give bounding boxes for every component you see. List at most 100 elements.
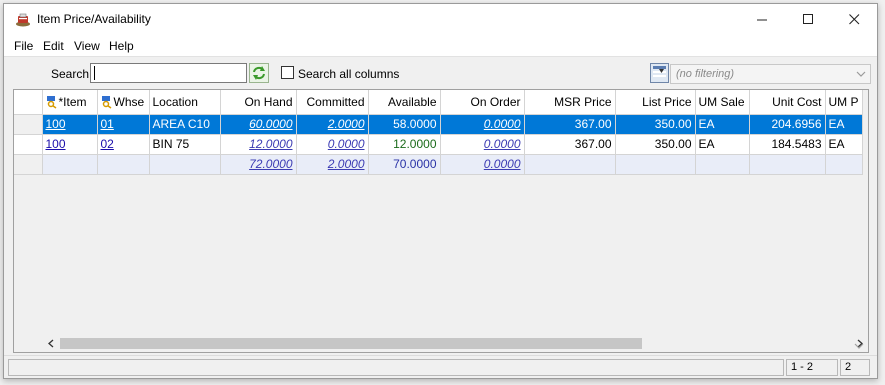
- column-header-unit-cost[interactable]: Unit Cost: [749, 90, 826, 115]
- committed-link[interactable]: 0.0000: [328, 137, 365, 151]
- maximize-icon: [802, 14, 813, 24]
- cell-committed[interactable]: 2.0000: [296, 114, 369, 135]
- column-header-location[interactable]: Location: [149, 90, 221, 115]
- window-title: Item Price/Availability: [37, 12, 151, 26]
- status-bar: 1 - 2 2: [4, 355, 877, 378]
- total-committed[interactable]: 2.0000: [296, 154, 369, 175]
- search-toolbar: Search: Search all columns (no filtering…: [4, 58, 877, 88]
- table-row[interactable]: 100 02 BIN 75 12.0000 0.0000 12.0000 0.0…: [14, 134, 863, 155]
- status-record-range: 1 - 2: [786, 359, 838, 376]
- cell-msr-price[interactable]: 367.00: [524, 114, 616, 135]
- menu-bar: File Edit View Help: [4, 35, 877, 57]
- column-header-item[interactable]: *Item: [42, 90, 98, 115]
- column-header-msr-price[interactable]: MSR Price: [524, 90, 616, 115]
- column-header-available[interactable]: Available: [368, 90, 441, 115]
- cell-on-hand[interactable]: 12.0000: [220, 134, 297, 155]
- total-available: 70.0000: [368, 154, 441, 175]
- row-selector[interactable]: [14, 134, 43, 155]
- on-order-link[interactable]: 0.0000: [484, 117, 521, 131]
- on-hand-link[interactable]: 60.0000: [249, 117, 292, 131]
- cell-on-hand[interactable]: 60.0000: [220, 114, 297, 135]
- whse-link[interactable]: 02: [101, 137, 114, 151]
- cell-um-sale[interactable]: EA: [695, 114, 750, 135]
- status-record-count: 2: [840, 359, 870, 376]
- app-icon: [16, 13, 30, 27]
- row-selector: [14, 154, 43, 175]
- cell-um-sale: [695, 154, 750, 175]
- filter-icon[interactable]: [650, 63, 669, 83]
- cell-um-p[interactable]: EA: [825, 114, 863, 135]
- scroll-left-button[interactable]: [42, 335, 59, 352]
- item-price-availability-window: Item Price/Availability File Edit View H…: [3, 3, 878, 379]
- whse-link[interactable]: 01: [101, 117, 114, 131]
- committed-link[interactable]: 2.0000: [328, 117, 365, 131]
- key-icon: [101, 95, 111, 109]
- totals-row: 72.0000 2.0000 70.0000 0.0000: [14, 154, 863, 175]
- row-selector[interactable]: [14, 114, 43, 135]
- cell-msr-price: [524, 154, 616, 175]
- availability-grid: *Item Whse Location On Hand Committed Av…: [13, 89, 869, 353]
- cell-item[interactable]: 100: [42, 134, 98, 155]
- table-row[interactable]: 100 01 AREA C10 60.0000 2.0000 58.0000 0…: [14, 114, 863, 135]
- menu-view[interactable]: View: [74, 39, 100, 53]
- chevron-down-icon: [854, 343, 864, 349]
- chevron-down-icon: [856, 71, 866, 77]
- close-button[interactable]: [831, 4, 877, 35]
- cell-item: [42, 154, 98, 175]
- cell-whse[interactable]: 02: [97, 134, 150, 155]
- cell-list-price[interactable]: 350.00: [615, 114, 696, 135]
- text-caret: [94, 66, 95, 80]
- chevron-left-icon: [47, 339, 53, 348]
- search-all-columns-checkbox[interactable]: [281, 66, 294, 79]
- cell-um-p[interactable]: EA: [825, 134, 863, 155]
- cell-list-price[interactable]: 350.00: [615, 134, 696, 155]
- search-label: Search:: [51, 67, 93, 81]
- on-order-link[interactable]: 0.0000: [484, 137, 521, 151]
- item-link[interactable]: 100: [46, 117, 66, 131]
- cell-item[interactable]: 100: [42, 114, 98, 135]
- cell-list-price: [615, 154, 696, 175]
- cell-unit-cost: [749, 154, 826, 175]
- key-icon: [46, 95, 56, 109]
- cell-unit-cost[interactable]: 204.6956: [749, 114, 826, 135]
- cell-unit-cost[interactable]: 184.5483: [749, 134, 826, 155]
- row-header-corner: [14, 90, 43, 115]
- cell-committed[interactable]: 0.0000: [296, 134, 369, 155]
- column-header-committed[interactable]: Committed: [296, 90, 369, 115]
- column-header-list-price[interactable]: List Price: [615, 90, 696, 115]
- status-message: [8, 359, 784, 376]
- search-all-columns-label[interactable]: Search all columns: [298, 67, 399, 81]
- item-link[interactable]: 100: [46, 137, 66, 151]
- filter-dropdown[interactable]: (no filtering): [670, 64, 871, 84]
- minimize-icon: [756, 19, 767, 21]
- maximize-button[interactable]: [785, 4, 831, 35]
- cell-um-sale[interactable]: EA: [695, 134, 750, 155]
- cell-whse: [97, 154, 150, 175]
- menu-edit[interactable]: Edit: [43, 39, 64, 53]
- column-header-whse[interactable]: Whse: [97, 90, 150, 115]
- total-on-order[interactable]: 0.0000: [440, 154, 525, 175]
- total-on-hand[interactable]: 72.0000: [220, 154, 297, 175]
- on-hand-link[interactable]: 12.0000: [249, 137, 292, 151]
- cell-on-order[interactable]: 0.0000: [440, 114, 525, 135]
- column-header-um-sale[interactable]: UM Sale: [695, 90, 750, 115]
- cell-location[interactable]: BIN 75: [149, 134, 221, 155]
- cell-available[interactable]: 58.0000: [368, 114, 441, 135]
- column-header-on-hand[interactable]: On Hand: [220, 90, 297, 115]
- cell-location[interactable]: AREA C10: [149, 114, 221, 135]
- search-input[interactable]: [90, 63, 247, 83]
- menu-help[interactable]: Help: [109, 39, 134, 53]
- title-bar: Item Price/Availability: [4, 4, 877, 35]
- column-header-um-p[interactable]: UM P: [825, 90, 863, 115]
- minimize-button[interactable]: [739, 4, 785, 35]
- cell-whse[interactable]: 01: [97, 114, 150, 135]
- horizontal-scrollbar[interactable]: [42, 335, 868, 352]
- refresh-icon[interactable]: [249, 63, 269, 83]
- scrollbar-thumb[interactable]: [60, 338, 642, 349]
- cell-available[interactable]: 12.0000: [368, 134, 441, 155]
- cell-on-order[interactable]: 0.0000: [440, 134, 525, 155]
- cell-msr-price[interactable]: 367.00: [524, 134, 616, 155]
- cell-um-p: [825, 154, 863, 175]
- menu-file[interactable]: File: [14, 39, 33, 53]
- column-header-on-order[interactable]: On Order: [440, 90, 525, 115]
